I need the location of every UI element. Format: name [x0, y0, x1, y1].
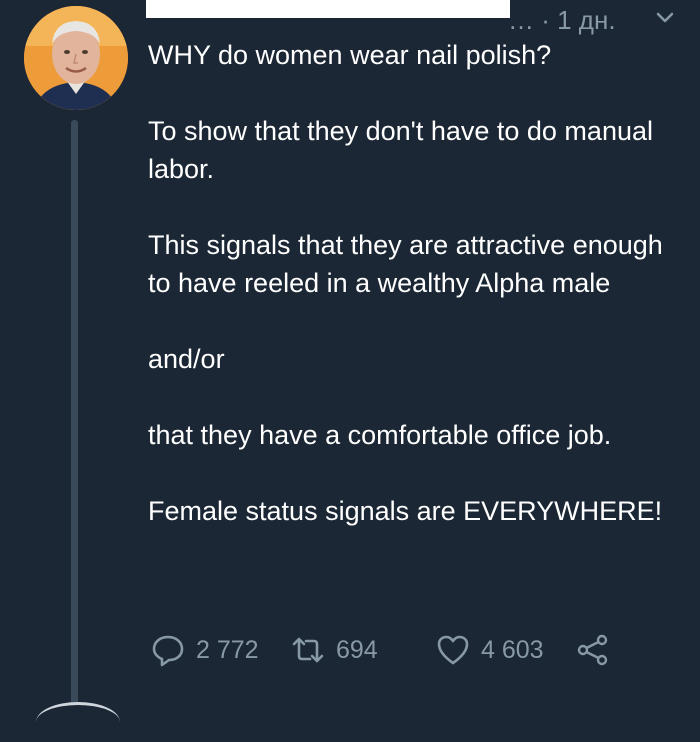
tweet-text: WHY do women wear nail polish? To show t… [148, 36, 688, 568]
redacted-name-block [146, 0, 510, 18]
retweet-count: 694 [336, 635, 378, 664]
reply-button[interactable]: 2 772 [150, 630, 259, 670]
share-icon [577, 634, 608, 666]
tweet-actions: 2 772 694 4 603 [150, 630, 670, 670]
share-button[interactable] [575, 630, 621, 670]
tweet-paragraph: To show that they don't have to do manua… [148, 116, 653, 184]
tweet-paragraph: Female status signals are EVERYWHERE! [148, 496, 663, 526]
tweet-paragraph: and/or [148, 344, 225, 374]
tweet-header: … · 1 дн. [146, 0, 700, 40]
timestamp[interactable]: … · 1 дн. [508, 2, 616, 38]
avatar-portrait [24, 6, 128, 110]
tweet-paragraph: This signals that they are attractive en… [148, 230, 663, 298]
reply-count: 2 772 [196, 635, 259, 664]
tweet-paragraph: that they have a comfortable office job. [148, 420, 612, 450]
retweet-button[interactable]: 694 [290, 630, 378, 670]
thread-line [71, 120, 78, 705]
like-count: 4 603 [481, 635, 544, 664]
tweet-paragraph: WHY do women wear nail polish? [148, 40, 552, 70]
tweet: … · 1 дн. WHY do women wear nail polish?… [0, 0, 700, 712]
avatar[interactable] [24, 6, 128, 110]
chevron-down-icon[interactable] [656, 12, 674, 24]
heart-icon [437, 635, 469, 665]
retweet-arrows-icon [292, 637, 324, 663]
speech-bubble-icon [152, 635, 184, 667]
like-button[interactable]: 4 603 [435, 630, 544, 670]
next-avatar[interactable] [36, 702, 120, 742]
